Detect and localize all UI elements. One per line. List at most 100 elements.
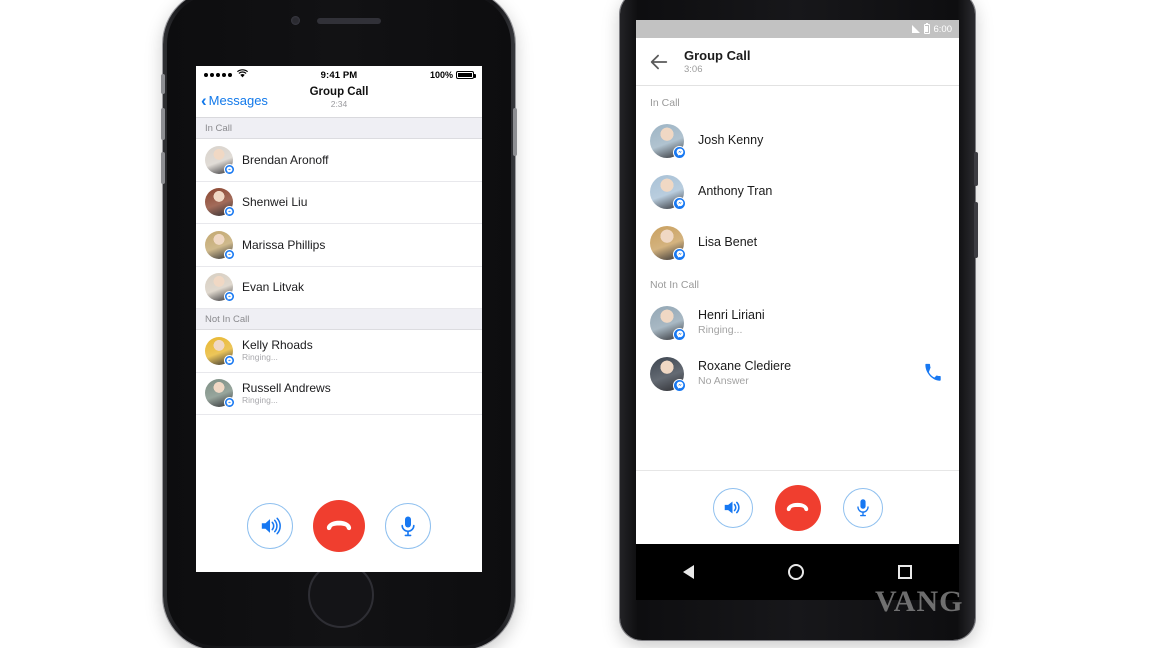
android-participant-list: In Call Josh Kenny Anthony Tran Lisa Benet N… [636, 86, 959, 399]
participant-text: Marissa Phillips [242, 238, 325, 252]
iphone-device-frame: 9:41 PM 100% ‹ Messages Group Call 2:34 … [161, 0, 517, 648]
participant-text: Shenwei Liu [242, 195, 307, 209]
android-navigation-bar [636, 544, 959, 600]
mute-button[interactable] [385, 503, 431, 549]
nav-back-button[interactable] [683, 565, 694, 579]
avatar [205, 188, 235, 218]
participant-row[interactable]: Shenwei Liu [196, 181, 482, 224]
android-volume-button [974, 202, 978, 258]
ios-battery-area: 100% [429, 70, 476, 80]
participant-name: Roxane Clediere [698, 359, 792, 373]
participant-text: Kelly Rhoads Ringing... [242, 338, 313, 363]
participant-status: Ringing... [242, 394, 278, 405]
nav-recents-button[interactable] [898, 565, 912, 579]
participant-name: Josh Kenny [698, 133, 764, 147]
participant-text: Lisa Benet [698, 235, 945, 250]
avatar [650, 174, 686, 210]
participant-row[interactable]: Lisa Benet [636, 217, 959, 268]
back-button-label: Messages [208, 93, 268, 108]
participant-text: Roxane Clediere No Answer [698, 359, 923, 388]
participant-text: Henri Liriani Ringing... [698, 308, 945, 337]
participant-row[interactable]: Josh Kenny [636, 115, 959, 166]
back-arrow-icon [650, 54, 668, 69]
participant-name: Marissa Phillips [242, 237, 326, 252]
messenger-badge-icon [224, 291, 235, 303]
participant-name: Henri Liriani [698, 308, 765, 322]
android-call-controls [636, 470, 959, 544]
iphone-ring-switch [161, 74, 165, 94]
microphone-icon [401, 516, 415, 537]
section-header: Not In Call [196, 309, 482, 330]
ios-call-controls [196, 480, 482, 572]
mute-button[interactable] [842, 487, 883, 528]
participant-row[interactable]: Marissa Phillips [196, 224, 482, 267]
end-call-button[interactable] [313, 500, 365, 552]
triangle-back-icon [683, 565, 694, 579]
signal-icon [911, 25, 920, 33]
ios-clock: 9:41 PM [320, 69, 358, 81]
square-recents-icon [898, 565, 912, 579]
messenger-badge-icon [224, 354, 235, 366]
section-header: In Call [196, 118, 482, 139]
back-arrow-button[interactable] [648, 51, 670, 73]
participant-name: Brendan Aronoff [242, 152, 329, 167]
android-power-button [974, 152, 978, 186]
call-back-button[interactable] [923, 363, 945, 385]
iphone-volume-down-button [161, 152, 165, 184]
avatar [650, 225, 686, 261]
participant-row[interactable]: Kelly Rhoads Ringing... [196, 330, 482, 373]
participant-name: Evan Litvak [242, 280, 305, 295]
messenger-badge-icon [673, 247, 686, 261]
iphone-screen: 9:41 PM 100% ‹ Messages Group Call 2:34 … [196, 66, 482, 572]
front-camera-icon [291, 16, 300, 25]
participant-text: Brendan Aronoff [242, 153, 329, 167]
iphone-volume-up-button [161, 108, 165, 140]
android-status-bar: 6:00 [636, 20, 959, 38]
avatar [650, 305, 686, 341]
ios-status-bar: 9:41 PM 100% [196, 66, 482, 84]
battery-icon [923, 22, 930, 34]
android-clock: 6:00 [933, 23, 953, 35]
participant-status: Ringing... [698, 324, 743, 336]
participant-status: Ringing... [242, 352, 278, 363]
end-call-button[interactable] [774, 484, 821, 531]
messenger-badge-icon [673, 378, 686, 392]
participant-row[interactable]: Evan Litvak [196, 266, 482, 309]
android-title-block: Group Call 3:06 [684, 48, 750, 76]
ios-nav-bar: ‹ Messages Group Call 2:34 [196, 84, 482, 118]
android-app-bar: Group Call 3:06 [636, 38, 959, 86]
android-screen: 6:00 Group Call 3:06 In Call Josh Kenny An… [636, 20, 959, 600]
speaker-icon [261, 517, 281, 535]
microphone-icon [856, 499, 869, 517]
avatar [650, 356, 686, 392]
avatar [650, 123, 686, 159]
messenger-badge-icon [224, 163, 235, 175]
participant-name: Lisa Benet [698, 235, 758, 249]
section-header: Not In Call [636, 268, 959, 297]
phone-icon [925, 363, 941, 381]
messenger-badge-icon [673, 327, 686, 341]
screenshot-stage: 9:41 PM 100% ‹ Messages Group Call 2:34 … [0, 0, 1152, 648]
back-to-messages-button[interactable]: ‹ Messages [196, 92, 268, 109]
messenger-badge-icon [673, 196, 686, 210]
participant-row[interactable]: Roxane Clediere No Answer [636, 348, 959, 399]
speaker-icon [724, 501, 740, 514]
speaker-button[interactable] [712, 487, 753, 528]
participant-text: Josh Kenny [698, 133, 945, 148]
speaker-button[interactable] [247, 503, 293, 549]
end-call-icon [326, 520, 352, 531]
participant-row[interactable]: Henri Liriani Ringing... [636, 297, 959, 348]
participant-row[interactable]: Anthony Tran [636, 166, 959, 217]
avatar [205, 230, 235, 260]
section-header: In Call [636, 86, 959, 115]
carrier-signal [204, 69, 248, 81]
android-device-frame: 6:00 Group Call 3:06 In Call Josh Kenny An… [620, 0, 978, 640]
page-title: Group Call [684, 47, 751, 63]
nav-home-button[interactable] [788, 564, 804, 580]
battery-percent-label: 100% [429, 70, 453, 80]
participant-row[interactable]: Brendan Aronoff [196, 139, 482, 182]
participant-name: Anthony Tran [698, 184, 773, 198]
earpiece-speaker [317, 18, 381, 24]
participant-row[interactable]: Russell Andrews Ringing... [196, 372, 482, 415]
messenger-badge-icon [224, 248, 235, 260]
